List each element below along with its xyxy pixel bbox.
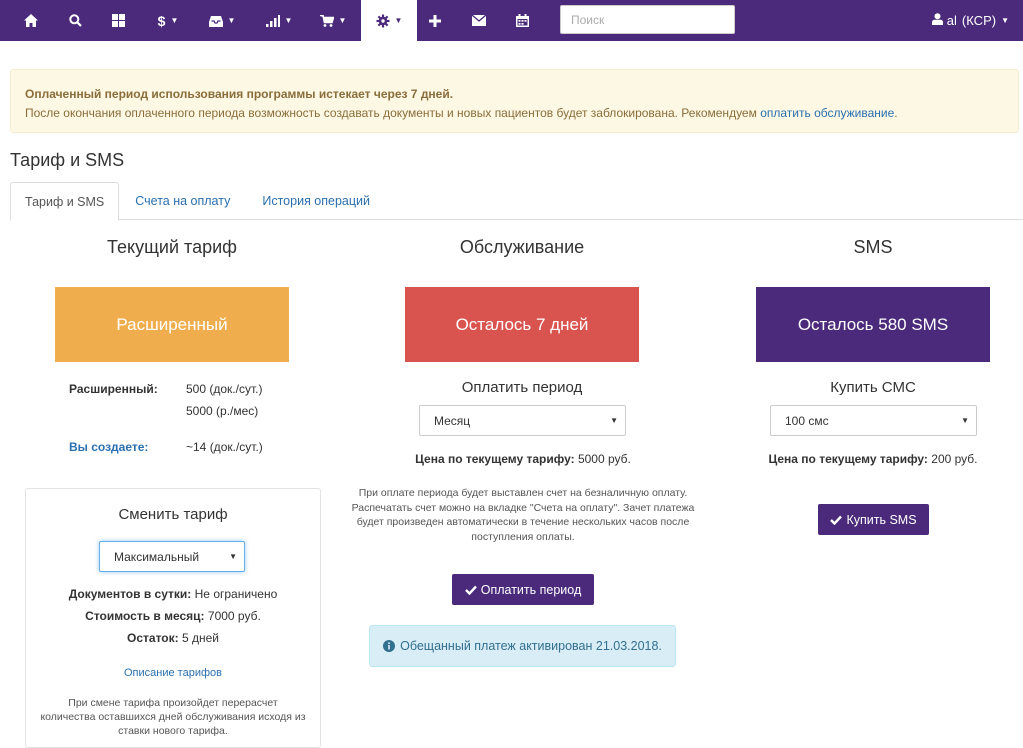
rest-label: Остаток: (127, 631, 179, 645)
tab-bar: Тариф и SMS Счета на оплату История опер… (10, 182, 1023, 221)
tariff-title: Текущий тариф (107, 237, 237, 257)
tariff-box: Расширенный (55, 287, 289, 362)
chevron-down-icon: ▼ (229, 552, 237, 561)
sms-select[interactable]: 100 смс ▼ (770, 405, 977, 436)
tab-invoices[interactable]: Счета на оплату (121, 182, 244, 220)
alert-text: После окончания оплаченного периода возм… (25, 106, 757, 120)
promised-payment-info: Обещанный платеж активирован 21.03.2018. (369, 625, 676, 667)
tariff-row1-value1: 500 (док./сут.) (186, 382, 263, 396)
service-price-value: 5000 руб. (577, 452, 631, 466)
remaining: Остаток: 5 дней (25, 631, 321, 645)
tab-tariff-sms[interactable]: Тариф и SMS (10, 182, 120, 221)
expiration-alert: Оплаченный период использования программ… (10, 69, 1019, 133)
pay-period-title: Оплатить период (461, 379, 583, 396)
top-navbar: $▼ ▼ ▼ ▼ ▼ al (КСР) ▼ (0, 0, 1023, 41)
user-icon (931, 13, 947, 28)
bar-chart-icon[interactable]: ▼ (259, 0, 299, 41)
check-icon (464, 585, 477, 595)
buy-sms-title: Купить СМС (830, 379, 916, 396)
search-input[interactable] (560, 5, 735, 34)
alert-title: Оплаченный период использования программ… (25, 87, 454, 101)
gear-icon[interactable]: ▼ (361, 0, 417, 41)
service-title: Обслуживание (459, 237, 585, 257)
tariff-row1-label: Расширенный: (69, 382, 158, 396)
sms-price-label: Цена по текущему тарифу: (768, 452, 928, 466)
sms-title: SMS (853, 237, 893, 257)
user-menu[interactable]: al (КСР) ▼ (931, 0, 1009, 41)
promised-payment-text: Обещанный платеж активирован 21.03.2018. (400, 639, 662, 653)
monthly-cost: Стоимость в месяц: 7000 руб. (25, 609, 321, 623)
docs-per-day: Документов в сутки: Не ограничено (25, 587, 321, 601)
sms-price: Цена по текущему тарифу: 200 руб. (720, 452, 1023, 466)
docs-value: Не ограничено (194, 587, 278, 601)
cart-icon[interactable]: ▼ (313, 0, 353, 41)
sms-select-value: 100 смс (785, 413, 829, 428)
dollar-icon[interactable]: $ ▼ (148, 0, 188, 41)
period-select[interactable]: Месяц ▼ (419, 405, 626, 436)
home-icon[interactable] (16, 0, 46, 41)
tariff-row1-value2: 5000 (р./мес) (186, 404, 259, 418)
service-box: Осталось 7 дней (405, 287, 639, 362)
tariff-select[interactable]: Максимальный ▼ (99, 541, 245, 572)
pay-period-button-label: Оплатить период (480, 582, 582, 597)
rest-value: 5 дней (181, 631, 219, 645)
user-name: al (946, 13, 957, 28)
change-tariff-title: Сменить тариф (118, 506, 228, 523)
sms-box-label: Осталось 580 SMS (797, 314, 949, 334)
tariff-select-value: Максимальный (114, 549, 200, 564)
cost-value: 7000 руб. (207, 609, 261, 623)
page-title: Тариф и SMS (10, 150, 125, 170)
user-org: (КСР) (961, 13, 997, 28)
cost-label: Стоимость в месяц: (85, 609, 205, 623)
tariff-description-link[interactable]: Описание тарифов (124, 667, 222, 679)
calendar-icon[interactable] (507, 0, 537, 41)
service-price: Цена по текущему тарифу: 5000 руб. (360, 452, 686, 466)
tariff-row2-value: ~14 (док./сут.) (186, 440, 263, 454)
chevron-down-icon: ▼ (961, 416, 969, 425)
alert-end: . (894, 106, 898, 120)
chevron-down-icon: ▼ (610, 416, 618, 425)
change-tariff-note: При смене тарифа произойдет перерасчет к… (40, 697, 306, 737)
tariff-row2-label: Вы создаете: (69, 440, 149, 454)
pay-service-link[interactable]: оплатить обслуживание (760, 106, 894, 120)
docs-label: Документов в сутки: (68, 587, 192, 601)
sms-box: Осталось 580 SMS (756, 287, 990, 362)
buy-sms-button[interactable]: Купить SMS (818, 504, 929, 535)
sms-price-value: 200 руб. (931, 452, 978, 466)
service-box-label: Осталось 7 дней (455, 314, 589, 334)
tab-history[interactable]: История операций (248, 182, 384, 220)
period-select-value: Месяц (434, 413, 471, 428)
grid-icon[interactable] (103, 0, 133, 41)
search-icon[interactable] (60, 0, 90, 41)
tariff-box-label: Расширенный (116, 314, 228, 334)
service-price-label: Цена по текущему тарифу: (415, 452, 575, 466)
chevron-down-icon: ▼ (1001, 16, 1009, 25)
check-icon (830, 515, 843, 525)
mail-icon[interactable] (464, 0, 494, 41)
service-note: При оплате периода будет выставлен счет … (351, 487, 695, 543)
buy-sms-button-label: Купить SMS (846, 512, 917, 527)
inbox-icon[interactable]: ▼ (202, 0, 242, 41)
plus-icon[interactable] (420, 0, 450, 41)
info-icon (383, 640, 396, 652)
pay-period-button[interactable]: Оплатить период (452, 574, 594, 605)
tariff-description-link-wrap: Описание тарифов (25, 667, 321, 679)
